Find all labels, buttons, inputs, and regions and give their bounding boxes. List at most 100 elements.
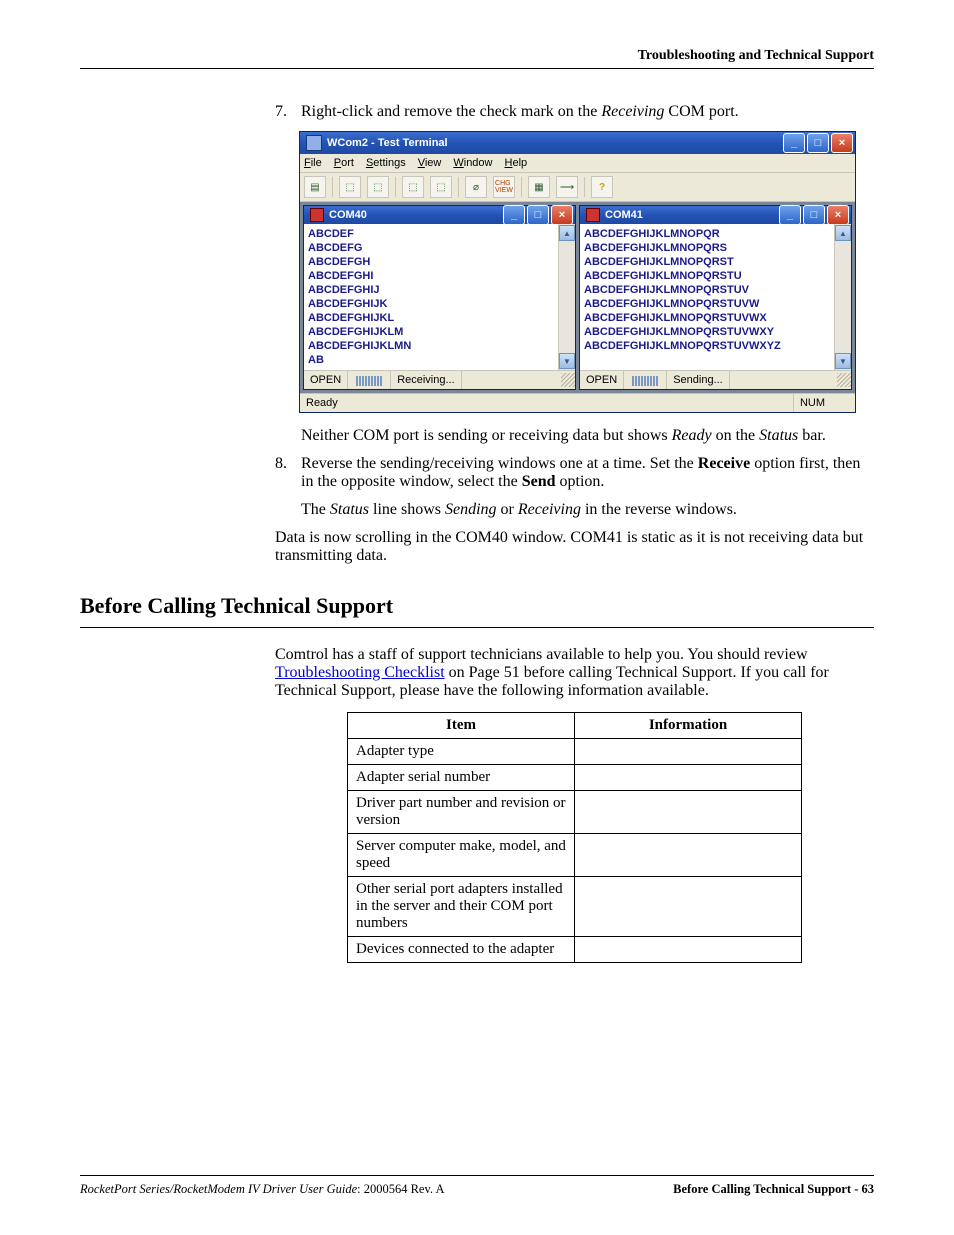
ports-in-icon[interactable]: ⬚ <box>339 176 361 198</box>
footer-left-title: RocketPort Series/RocketModem IV Driver … <box>80 1182 357 1196</box>
table-row: Server computer make, model, and speed <box>348 834 802 877</box>
scroll-up-icon[interactable]: ▲ <box>835 225 851 241</box>
table-row: Other serial port adapters installed in … <box>348 877 802 937</box>
info-table: Item Information Adapter type Adapter se… <box>347 712 802 963</box>
clear-icon[interactable]: ⌀ <box>465 176 487 198</box>
terminal-output-com41[interactable]: ABCDEFGHIJKLMNOPQR ABCDEFGHIJKLMNOPQRS A… <box>580 224 834 370</box>
child-window-com41: COM41 _ □ × ABCDEFGHIJKLMNOPQR ABCDEFGHI… <box>579 205 852 390</box>
chg-view-icon[interactable]: CHGVIEW <box>493 176 515 198</box>
table-row: Devices connected to the adapter <box>348 937 802 963</box>
cell-info <box>575 791 802 834</box>
toolbar: ▤ ⬚ ⬚ ⬚ ⬚ ⌀ CHGVIEW ▦ ⟶ ? <box>300 173 855 202</box>
child-close-button[interactable]: × <box>551 205 573 225</box>
scroll-up-icon[interactable]: ▲ <box>559 225 575 241</box>
child-close-button[interactable]: × <box>827 205 849 225</box>
scrollbar[interactable]: ▲ ▼ <box>558 224 575 370</box>
step-8-text: Reverse the sending/receiving windows on… <box>301 455 874 491</box>
table-row: Adapter type <box>348 739 802 765</box>
ports-out2-icon[interactable]: ⬚ <box>430 176 452 198</box>
terminal-output-com40[interactable]: ABCDEF ABCDEFG ABCDEFGH ABCDEFGHI ABCDEF… <box>304 224 558 370</box>
cell-item: Adapter type <box>348 739 575 765</box>
step-7-italic: Receiving <box>601 103 664 120</box>
cell-info <box>575 937 802 963</box>
menu-help[interactable]: Help <box>505 157 528 169</box>
close-button[interactable]: × <box>831 133 853 153</box>
child-minimize-button[interactable]: _ <box>503 205 525 225</box>
scroll-down-icon[interactable]: ▼ <box>559 353 575 369</box>
child-titlebar-com41[interactable]: COM41 _ □ × <box>580 206 851 224</box>
help-icon[interactable]: ? <box>591 176 613 198</box>
ports-out-icon[interactable]: ⬚ <box>367 176 389 198</box>
footer-left: RocketPort Series/RocketModem IV Driver … <box>80 1182 445 1197</box>
txt: in the reverse windows. <box>581 501 737 518</box>
step-8: 8. Reverse the sending/receiving windows… <box>275 455 874 491</box>
step-7-number: 7. <box>275 103 301 121</box>
child-titlebar-com40[interactable]: COM40 _ □ × <box>304 206 575 224</box>
child-statusbar-com40: OPEN Receiving... <box>304 370 575 389</box>
app-statusbar: Ready NUM <box>300 393 855 412</box>
txt: The <box>301 501 330 518</box>
troubleshooting-checklist-link[interactable]: Troubleshooting Checklist <box>275 664 445 681</box>
child-maximize-button[interactable]: □ <box>527 205 549 225</box>
footer-right: Before Calling Technical Support - 63 <box>673 1182 874 1197</box>
txt-i: Status <box>330 501 369 518</box>
cell-item: Adapter serial number <box>348 765 575 791</box>
cell-item: Driver part number and revision or versi… <box>348 791 575 834</box>
menubar[interactable]: File Port Settings View Window Help <box>300 154 855 173</box>
txt-i: Sending <box>445 501 497 518</box>
menu-view[interactable]: View <box>418 157 442 169</box>
menu-port[interactable]: Port <box>334 157 354 169</box>
raw-icon[interactable]: ⟶ <box>556 176 578 198</box>
minimize-button[interactable]: _ <box>783 133 805 153</box>
child-minimize-button[interactable]: _ <box>779 205 801 225</box>
col-information-header: Information <box>575 713 802 739</box>
txt-b: Send <box>522 473 556 490</box>
txt: Comtrol has a staff of support technicia… <box>275 646 808 663</box>
doc-icon[interactable]: ▤ <box>304 176 326 198</box>
cell-info <box>575 877 802 937</box>
step-7: 7. Right-click and remove the check mark… <box>275 103 874 121</box>
page-footer: RocketPort Series/RocketModem IV Driver … <box>80 1175 874 1197</box>
ports-in2-icon[interactable]: ⬚ <box>402 176 424 198</box>
child-title-com41: COM41 <box>605 209 779 221</box>
txt-i: Ready <box>672 427 712 444</box>
txt-i: Status <box>759 427 798 444</box>
screenshot: WCom2 - Test Terminal _ □ × File Port Se… <box>299 131 874 413</box>
table-row: Driver part number and revision or versi… <box>348 791 802 834</box>
section-heading: Before Calling Technical Support <box>80 593 874 619</box>
sep-icon <box>584 177 585 197</box>
txt: Neither COM port is sending or receiving… <box>301 427 672 444</box>
txt-i: Receiving <box>518 501 581 518</box>
cell-item: Other serial port adapters installed in … <box>348 877 575 937</box>
resize-grip-icon[interactable] <box>561 373 575 387</box>
section-rule <box>80 627 874 628</box>
menu-settings[interactable]: Settings <box>366 157 406 169</box>
sep-icon <box>521 177 522 197</box>
statusbar-left: Ready <box>300 397 793 409</box>
table-row: Adapter serial number <box>348 765 802 791</box>
status-bars-icon <box>624 371 667 389</box>
step-7-a: Right-click and remove the check mark on… <box>301 103 601 120</box>
menu-file[interactable]: File <box>304 157 322 169</box>
ts-intro: Comtrol has a staff of support technicia… <box>275 646 874 700</box>
menu-window[interactable]: Window <box>453 157 492 169</box>
table-header-row: Item Information <box>348 713 802 739</box>
txt: or <box>497 501 518 518</box>
para-after-7: Neither COM port is sending or receiving… <box>301 427 874 445</box>
child-status-mode: Receiving... <box>391 371 461 389</box>
step-8-number: 8. <box>275 455 301 491</box>
closing-para: Data is now scrolling in the COM40 windo… <box>275 529 874 565</box>
maximize-button[interactable]: □ <box>807 133 829 153</box>
leds-icon[interactable]: ▦ <box>528 176 550 198</box>
scroll-down-icon[interactable]: ▼ <box>835 353 851 369</box>
resize-grip-icon[interactable] <box>837 373 851 387</box>
child-window-com40: COM40 _ □ × ABCDEF ABCDEFG ABCDEFGH ABCD… <box>303 205 576 390</box>
step-7-text: Right-click and remove the check mark on… <box>301 103 874 121</box>
child-status-open: OPEN <box>304 371 348 389</box>
txt: on the <box>712 427 760 444</box>
titlebar[interactable]: WCom2 - Test Terminal _ □ × <box>300 132 855 154</box>
scrollbar[interactable]: ▲ ▼ <box>834 224 851 370</box>
cell-item: Devices connected to the adapter <box>348 937 575 963</box>
child-status-mode: Sending... <box>667 371 730 389</box>
child-maximize-button[interactable]: □ <box>803 205 825 225</box>
